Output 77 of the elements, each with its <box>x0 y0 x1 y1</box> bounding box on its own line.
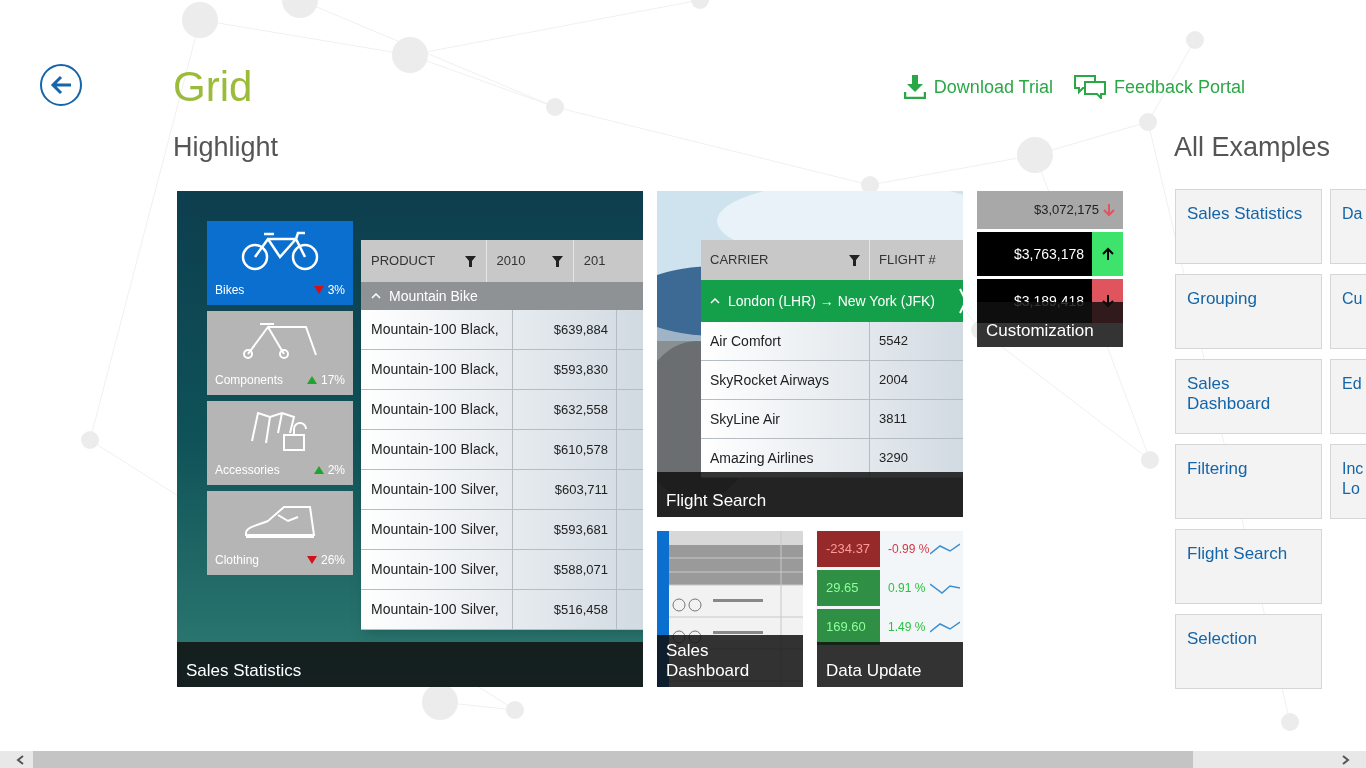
example-label: Selection <box>1187 629 1258 649</box>
example-label: Flight Search <box>1187 544 1289 564</box>
category-change: 26% <box>320 552 345 569</box>
table-cell: Mountain-100 Black, <box>361 310 513 349</box>
table-cell: Air Comfort <box>701 322 870 360</box>
tile-caption: Customization <box>986 321 1094 341</box>
table-cell: $632,558 <box>513 390 617 429</box>
category-change: 2% <box>327 462 345 479</box>
table-cell: $593,830 <box>513 350 617 389</box>
category-change: 3% <box>327 282 345 299</box>
tile-caption: Sales Dashboard <box>666 641 751 681</box>
table-cell: SkyRocket Airways <box>701 361 870 399</box>
category-change: 17% <box>320 372 345 389</box>
table-cell: Mountain-100 Black, <box>361 430 513 469</box>
table-cell: $639,884 <box>513 310 617 349</box>
example-link-tile[interactable]: Da <box>1330 189 1366 264</box>
table-cell: $603,711 <box>513 470 617 509</box>
change-value: -0.99 % <box>887 541 930 558</box>
table-cell: $588,071 <box>513 550 617 589</box>
table-cell: Mountain-100 Silver, <box>361 550 513 589</box>
example-label: Filtering <box>1187 459 1249 479</box>
table-cell: Mountain-100 Black, <box>361 390 513 429</box>
table-cell-text: 3811 <box>878 410 908 429</box>
table-cell: $610,578 <box>513 430 617 469</box>
example-tile[interactable]: CARRIER FLIGHT # London (LHR) → New York (JFK) Air Comfort 5542 SkyRocket Airways 2004 SkyLine Air 3811 Amazing Airlines 3290 Flight Search <box>657 191 963 517</box>
example-link-tile[interactable]: Flight Search <box>1175 529 1322 604</box>
example-label: Cu <box>1342 289 1364 309</box>
example-link-tile[interactable]: Selection <box>1175 614 1322 689</box>
example-link-tile[interactable]: Sales Statistics <box>1175 189 1322 264</box>
category-name: Accessories <box>215 462 280 479</box>
category-name: Components <box>215 372 284 389</box>
header-link[interactable]: Download Trial <box>903 73 1053 101</box>
example-link-tile[interactable]: Sales Dashboard <box>1175 359 1322 434</box>
change-value: 0.91 % <box>887 580 927 597</box>
example-label: Da <box>1342 204 1364 224</box>
example-tile[interactable]: -234.37 -0.99 % 29.65 0.91 % 169.60 1.49 % Data Update <box>817 531 963 687</box>
table-cell: Mountain-100 Silver, <box>361 590 513 629</box>
table-cell: SkyLine Air <box>701 400 870 438</box>
example-link-tile[interactable]: Inc Lo <box>1330 444 1366 519</box>
value-cell: 29.65 <box>817 570 880 606</box>
value-cell-text: $3,763,178 <box>1012 244 1085 264</box>
route-row[interactable]: London (LHR) → New York (JFK) <box>701 280 963 322</box>
example-link-tile[interactable]: Cu <box>1330 274 1366 349</box>
category-tile[interactable]: Bikes 3% <box>207 221 353 305</box>
value-cell-text: $3,189,418 <box>1012 291 1085 311</box>
tile-caption: Flight Search <box>666 491 767 511</box>
value-cell: 169.60 <box>817 609 880 645</box>
table-cell: Mountain-100 Silver, <box>361 510 513 549</box>
table-cell-text: 2004 <box>878 371 909 390</box>
example-label: Inc Lo <box>1342 459 1365 499</box>
table-cell: Mountain-100 Black, <box>361 350 513 389</box>
tile-caption: Sales Statistics <box>186 661 302 681</box>
table-cell: $593,681 <box>513 510 617 549</box>
total-value: $3,072,175 <box>1033 201 1099 220</box>
example-tile[interactable]: $3,072,175 $3,763,178 $3,189,418 Customization <box>977 191 1123 347</box>
page-title: Grid <box>173 63 253 111</box>
example-label: Sales Dashboard <box>1187 374 1272 414</box>
table-cell-text: 3290 <box>878 449 909 468</box>
category-name: Bikes <box>215 282 245 299</box>
table-cell: Mountain-100 Silver, <box>361 470 513 509</box>
header-link[interactable]: Feedback Portal <box>1073 73 1245 101</box>
value-cell: -234.37 <box>817 531 880 567</box>
example-label: Ed <box>1342 374 1363 394</box>
category-name: Clothing <box>215 552 260 569</box>
section-heading: All Examples <box>1174 131 1331 163</box>
example-link-tile[interactable]: Grouping <box>1175 274 1322 349</box>
example-link-tile[interactable]: Ed <box>1330 359 1366 434</box>
table-cell: $516,458 <box>513 590 617 629</box>
table-cell-text: 5542 <box>878 332 909 351</box>
change-value: 1.49 % <box>887 619 927 636</box>
example-tile[interactable]: Sales Dashboard <box>657 531 803 687</box>
example-label: Sales Statistics <box>1187 204 1304 224</box>
section-heading: Highlight <box>173 131 279 163</box>
example-link-tile[interactable]: Filtering <box>1175 444 1322 519</box>
example-label: Grouping <box>1187 289 1258 309</box>
tile-caption: Data Update <box>826 661 922 681</box>
group-row[interactable]: Mountain Bike <box>361 282 643 310</box>
